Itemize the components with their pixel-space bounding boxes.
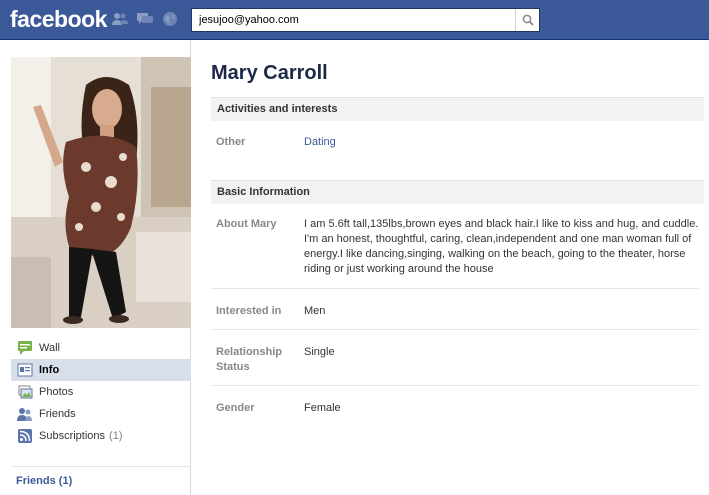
nav-item-label: Wall	[39, 342, 60, 354]
nav-item-info[interactable]: Info	[11, 359, 191, 381]
row-about: About Mary I am 5.6ft tall,135lbs,brown …	[211, 217, 699, 279]
gender-value: Female	[304, 402, 341, 414]
nav-item-label: Info	[39, 364, 60, 376]
row-relationship: Relationship Status Single	[211, 345, 699, 375]
nav-item-wall[interactable]: Wall	[11, 337, 191, 359]
divider	[211, 288, 699, 289]
search-input[interactable]	[192, 9, 516, 31]
about-label: About Mary	[216, 218, 277, 230]
friend-requests-icon[interactable]	[111, 11, 129, 27]
search-icon	[522, 14, 534, 26]
profile-name[interactable]: Mary Carroll	[211, 62, 328, 85]
divider	[211, 385, 699, 386]
gender-label: Gender	[216, 402, 255, 414]
interested-value: Men	[304, 305, 326, 317]
left-column: Wall Info Photos Friends Subscriptions (…	[0, 40, 191, 495]
nav-item-label: Subscriptions	[39, 430, 106, 442]
nav-item-friends[interactable]: Friends	[11, 403, 191, 425]
friends-heading[interactable]: Friends (1)	[11, 466, 191, 487]
notifications-globe-icon[interactable]	[161, 11, 179, 27]
row-gender: Gender Female	[211, 401, 699, 416]
subscriptions-count: (1)	[109, 430, 123, 442]
friends-icon	[17, 406, 33, 422]
relationship-label: Relationship Status	[216, 346, 283, 373]
info-icon	[17, 362, 33, 378]
row-interested-in: Interested in Men	[211, 304, 699, 319]
divider	[211, 329, 699, 330]
row-other: Other Dating	[211, 135, 699, 150]
nav-item-label: Friends	[39, 408, 76, 420]
profile-nav: Wall Info Photos Friends Subscriptions (…	[11, 337, 191, 447]
section-basic-heading: Basic Information	[211, 180, 704, 204]
section-activities-heading: Activities and interests	[211, 97, 704, 121]
profile-picture[interactable]	[11, 57, 191, 328]
messages-icon[interactable]	[136, 11, 154, 27]
about-value: I am 5.6ft tall,135lbs,brown eyes and bl…	[304, 218, 699, 275]
top-bar: facebook	[0, 0, 709, 40]
search-button[interactable]	[515, 9, 539, 31]
nav-item-label: Photos	[39, 386, 74, 398]
subscriptions-icon	[17, 428, 33, 444]
relationship-value: Single	[304, 346, 335, 358]
interested-label: Interested in	[216, 305, 282, 317]
nav-item-photos[interactable]: Photos	[11, 381, 191, 403]
other-value-link[interactable]: Dating	[304, 135, 699, 150]
search-box	[191, 8, 540, 32]
nav-item-subscriptions[interactable]: Subscriptions (1)	[11, 425, 191, 447]
facebook-logo[interactable]: facebook	[10, 6, 107, 33]
wall-icon	[17, 340, 33, 356]
other-label: Other	[216, 136, 246, 148]
photos-icon	[17, 384, 33, 400]
